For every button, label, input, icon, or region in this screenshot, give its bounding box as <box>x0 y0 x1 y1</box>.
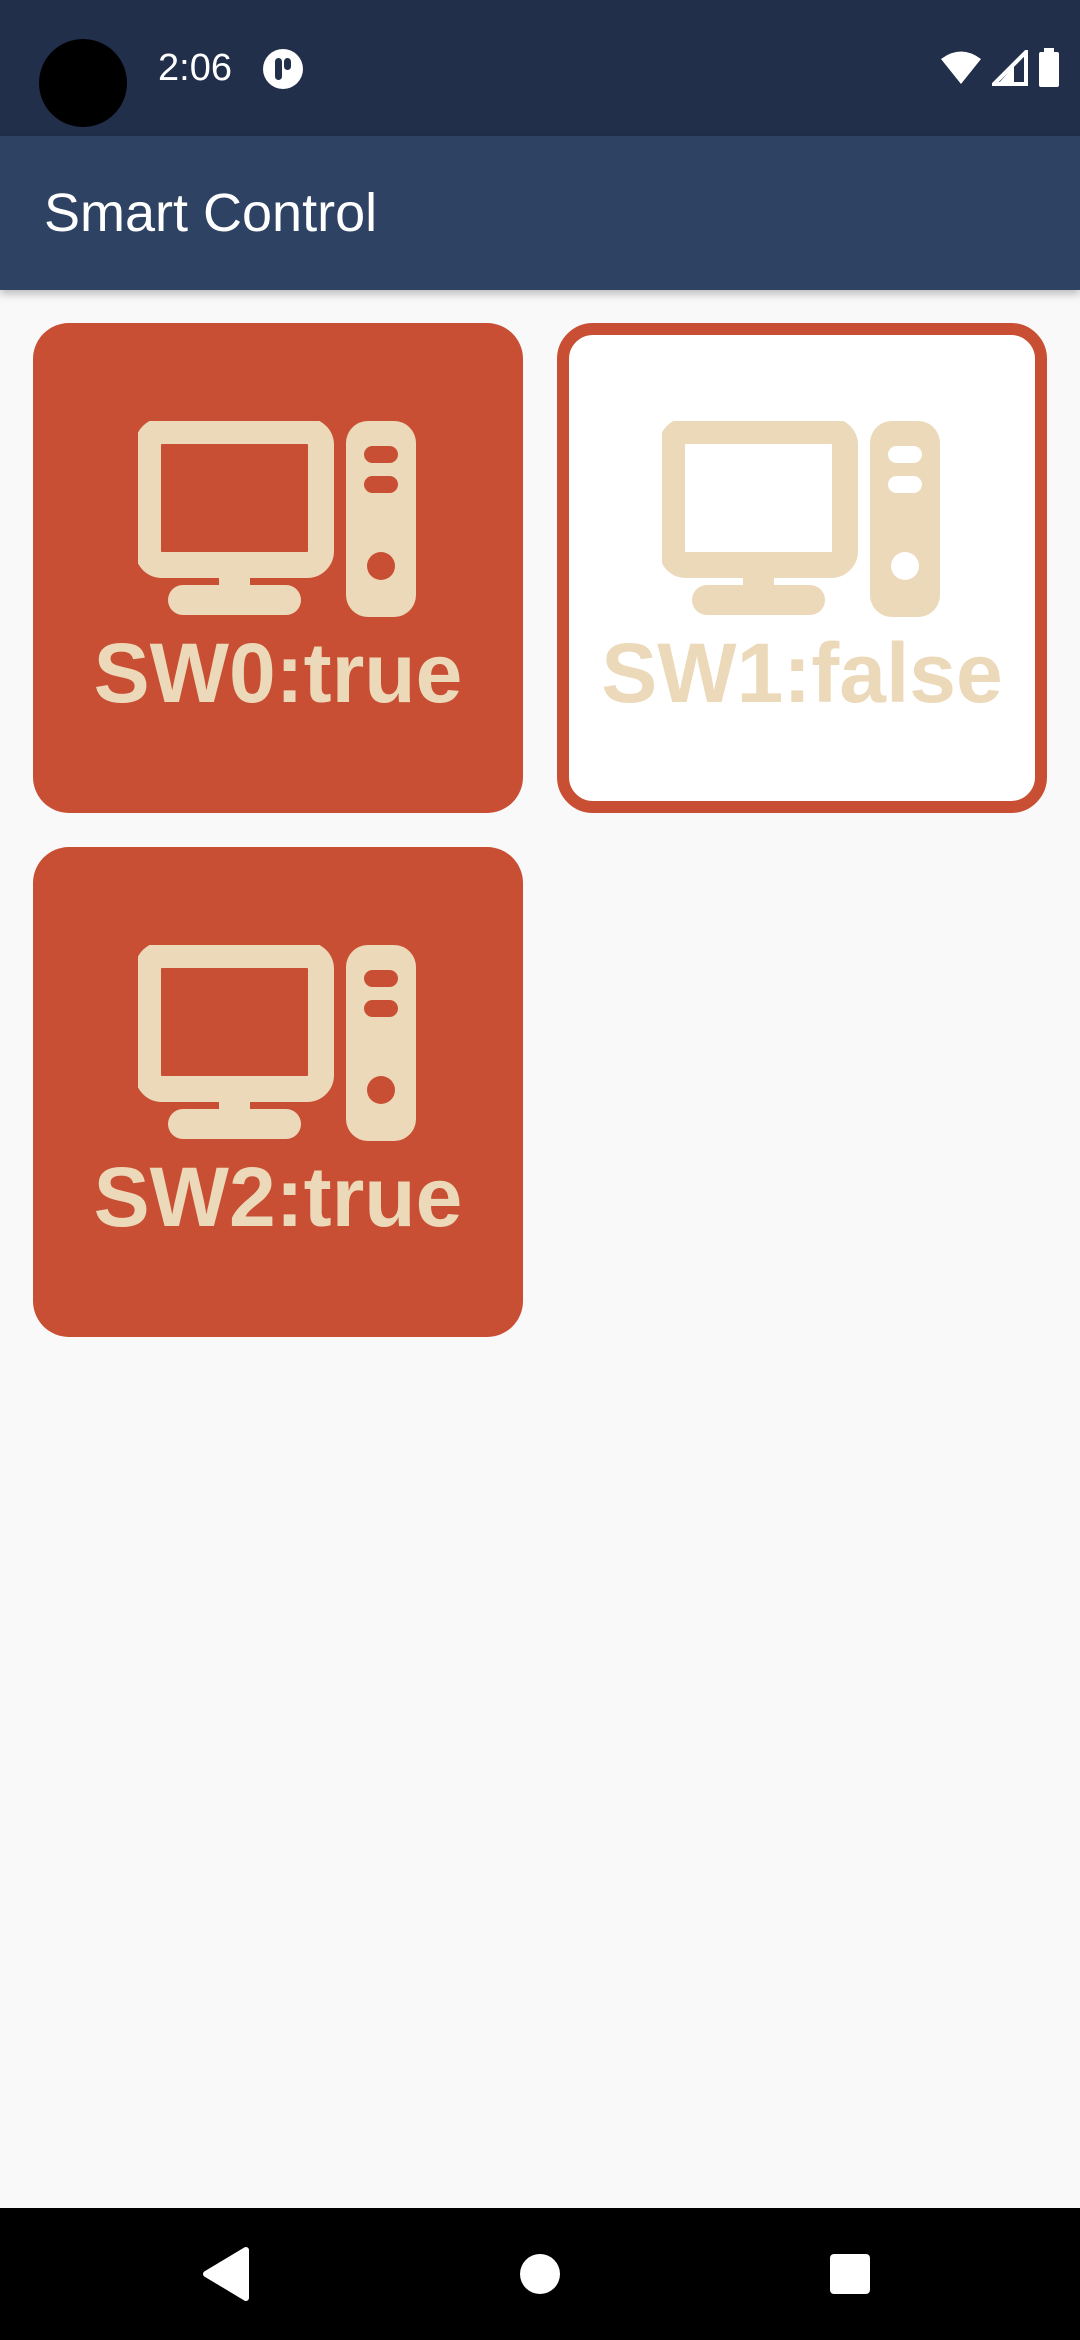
desktop-computer-icon <box>138 945 416 1141</box>
home-circle-icon <box>520 2254 560 2294</box>
desktop-computer-icon <box>662 421 940 617</box>
app-notification-icon <box>263 49 303 89</box>
switch-tile-sw1[interactable]: SW1:false <box>557 323 1047 813</box>
switch-tile-sw2[interactable]: SW2:true <box>33 847 523 1337</box>
cell-signal-icon <box>992 50 1028 86</box>
home-button[interactable] <box>498 2232 582 2316</box>
battery-icon <box>1039 48 1059 87</box>
switch-label: SW1:false <box>601 626 1003 720</box>
camera-cutout <box>39 39 127 127</box>
switch-tile-sw0[interactable]: SW0:true <box>33 323 523 813</box>
wifi-icon <box>941 51 981 84</box>
back-button[interactable] <box>184 2232 268 2316</box>
switch-label: SW0:true <box>93 626 463 720</box>
status-icons <box>940 44 1060 92</box>
back-triangle-icon <box>203 2247 249 2301</box>
desktop-computer-icon <box>138 421 416 617</box>
recents-button[interactable] <box>808 2232 892 2316</box>
app-bar: Smart Control <box>0 136 1080 290</box>
navigation-bar <box>0 2208 1080 2340</box>
status-clock: 2:06 <box>158 47 232 89</box>
status-bar: 2:06 <box>0 0 1080 136</box>
recents-square-icon <box>830 2254 870 2294</box>
app-title: Smart Control <box>44 183 378 243</box>
switch-label: SW2:true <box>93 1150 463 1244</box>
